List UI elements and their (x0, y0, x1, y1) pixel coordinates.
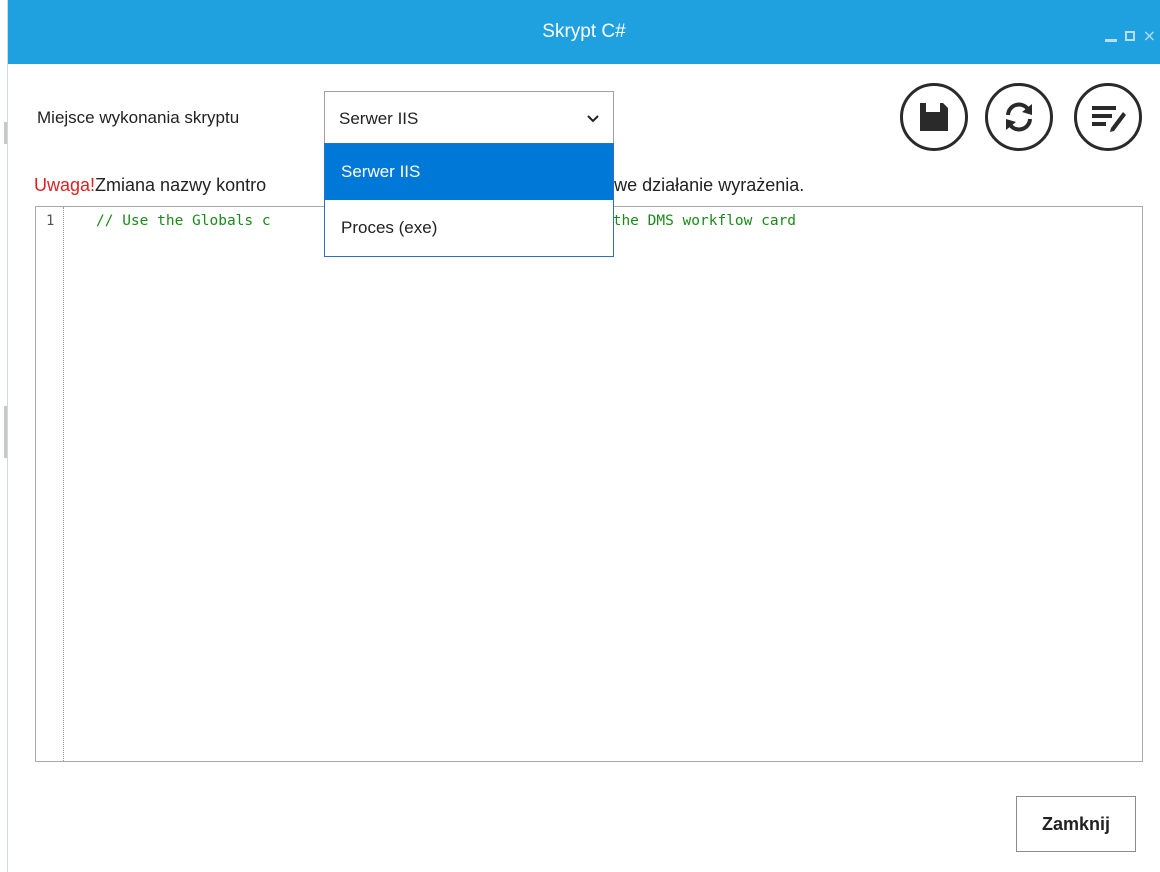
line-number: 1 (46, 213, 55, 229)
close-icon[interactable]: × (1143, 28, 1156, 44)
window-title: Skrypt C# (542, 21, 626, 42)
select-value: Serwer IIS (339, 109, 419, 128)
dropdown-option-serwer-iis[interactable]: Serwer IIS (325, 144, 613, 200)
warning-text: Zmiana nazwy kontro (95, 175, 267, 195)
title-bar[interactable]: Skrypt C# × (8, 0, 1160, 64)
background-window-edge (0, 0, 8, 872)
code-editor[interactable]: 1 // Use the Globals cs from the DMS wor… (35, 206, 1143, 762)
save-icon (920, 103, 948, 131)
refresh-button[interactable] (985, 83, 1053, 151)
execution-location-select[interactable]: Serwer IIS (324, 91, 614, 147)
minimize-icon[interactable] (1104, 30, 1117, 42)
save-button[interactable] (900, 83, 968, 151)
dropdown-option-proces-exe[interactable]: Proces (exe) (325, 200, 613, 256)
script-dialog: Skrypt C# × Miejsce wykonania skryptu Se… (8, 0, 1160, 872)
warning-prefix: Uwaga! (34, 175, 96, 195)
format-icon (1092, 106, 1126, 132)
format-button[interactable] (1074, 83, 1142, 151)
close-button[interactable]: Zamknij (1016, 796, 1136, 852)
chevron-down-icon (587, 115, 599, 123)
window-controls: × (1104, 28, 1156, 44)
execution-location-dropdown: Serwer IIS Proces (exe) (324, 143, 614, 257)
line-number-gutter (36, 207, 64, 761)
code-text-start: // Use the Globals c (96, 213, 271, 229)
maximize-icon[interactable] (1124, 31, 1135, 41)
refresh-icon (1006, 102, 1032, 132)
execution-location-label: Miejsce wykonania skryptu (37, 108, 240, 127)
